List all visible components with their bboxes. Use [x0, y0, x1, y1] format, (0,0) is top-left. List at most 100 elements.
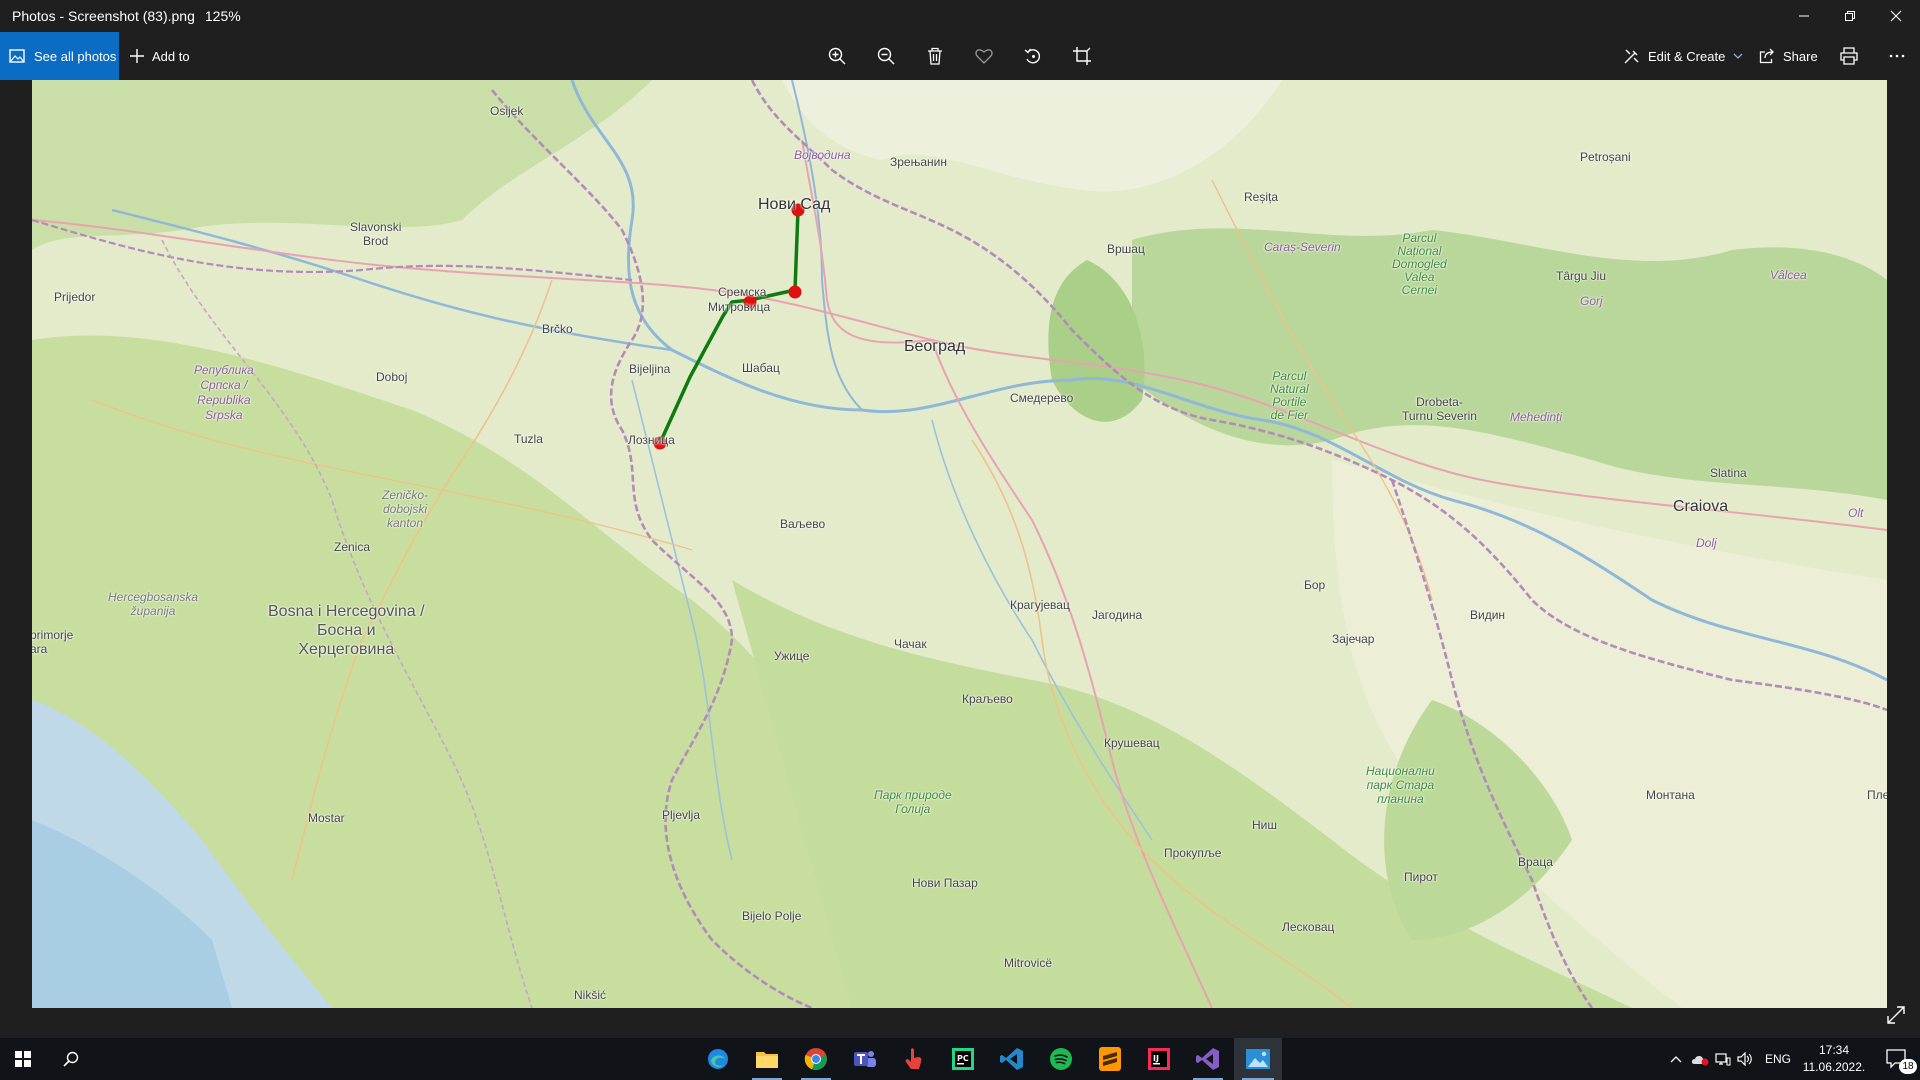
- notification-count-badge: 18: [1899, 1059, 1917, 1074]
- network-icon[interactable]: [1715, 1052, 1731, 1066]
- see-all-photos-button[interactable]: See all photos: [0, 32, 119, 80]
- teams-icon: [854, 1051, 876, 1067]
- map-label: Национални парк Стара планина: [1366, 764, 1435, 806]
- map-graphic: [32, 80, 1887, 1008]
- taskbar-spotify[interactable]: [1038, 1038, 1084, 1080]
- map-label: Zenica: [334, 540, 371, 554]
- minimize-icon: [1799, 15, 1809, 17]
- taskbar-photos[interactable]: [1234, 1038, 1282, 1080]
- map-label: Mehedinți: [1510, 410, 1563, 424]
- minimize-button[interactable]: [1781, 0, 1827, 32]
- edge-icon: [708, 1049, 728, 1069]
- delete-button[interactable]: [925, 46, 945, 66]
- map-label: Краљево: [962, 692, 1013, 706]
- map-label: Видин: [1470, 608, 1506, 622]
- map-label: Craiova: [1673, 498, 1729, 515]
- restore-icon: [1845, 11, 1855, 21]
- restore-button[interactable]: [1827, 0, 1873, 32]
- windows-icon: [15, 1051, 31, 1067]
- taskbar-visual-studio[interactable]: [1185, 1038, 1231, 1080]
- notification-center-button[interactable]: 18: [1874, 1038, 1920, 1080]
- fullscreen-icon[interactable]: [1886, 1005, 1906, 1025]
- heart-icon: [975, 49, 993, 64]
- vscode-icon: [1000, 1048, 1023, 1070]
- map-label: Лесковац: [1282, 920, 1335, 934]
- window-title-filename: Photos - Screenshot (83).png: [12, 8, 195, 24]
- map-label: Митровица: [708, 300, 771, 314]
- map-label: Прокупље: [1164, 846, 1222, 860]
- taskbar-file-explorer[interactable]: [744, 1038, 790, 1080]
- add-to-button[interactable]: Add to: [130, 32, 190, 80]
- map-label: Caraș-Severin: [1264, 240, 1341, 254]
- map-label: Крушевац: [1104, 736, 1160, 750]
- rotate-button[interactable]: [1023, 46, 1043, 66]
- favorite-button[interactable]: [974, 46, 994, 66]
- map-label: Враца: [1518, 855, 1553, 869]
- crop-button[interactable]: [1072, 46, 1092, 66]
- map-image[interactable]: Osijek Војводина Зрењанин Нови Сад Slavo…: [32, 80, 1887, 1008]
- taskbar-touch-app[interactable]: [891, 1038, 937, 1080]
- chevron-down-icon: [1733, 53, 1743, 59]
- svg-text:PC: PC: [957, 1054, 969, 1063]
- volume-icon[interactable]: [1737, 1052, 1753, 1066]
- map-label: Сремска: [718, 285, 767, 299]
- add-to-label: Add to: [152, 48, 190, 64]
- plus-icon: [130, 49, 144, 63]
- spotify-icon: [1050, 1048, 1072, 1070]
- map-label: Gorj: [1580, 294, 1603, 308]
- taskbar-edge[interactable]: [695, 1038, 741, 1080]
- map-label: Hercegbosanska županija: [108, 590, 199, 618]
- sublime-icon: [1099, 1047, 1121, 1071]
- edit-create-icon: [1624, 49, 1639, 64]
- taskbar-pycharm[interactable]: PC: [940, 1038, 986, 1080]
- pycharm-icon: PC: [952, 1048, 974, 1070]
- share-icon: [1759, 48, 1774, 64]
- svg-text:IJ: IJ: [1153, 1054, 1159, 1063]
- edit-create-label: Edit & Create: [1648, 48, 1726, 64]
- edit-create-button[interactable]: Edit & Create: [1624, 32, 1743, 80]
- close-button[interactable]: [1873, 0, 1919, 32]
- map-label: Република Српска / Republika Srpska: [194, 363, 254, 422]
- map-label: Pljevlja: [662, 808, 701, 822]
- more-options-button[interactable]: [1887, 46, 1907, 66]
- zoom-out-icon: [877, 47, 895, 65]
- taskbar-sublime[interactable]: [1087, 1038, 1133, 1080]
- clock-date: 11.06.2022.: [1802, 1060, 1866, 1074]
- taskbar-chrome[interactable]: [793, 1038, 839, 1080]
- map-label: Reșița: [1244, 190, 1279, 204]
- clock[interactable]: 17:34 11.06.2022.: [1798, 1042, 1870, 1076]
- map-label: Зрењанин: [890, 155, 947, 169]
- map-label: Лозница: [628, 433, 675, 447]
- search-button[interactable]: [48, 1038, 94, 1080]
- map-label: Зајечар: [1332, 632, 1375, 646]
- map-label: Slavonski Brod: [350, 220, 402, 248]
- map-label: Parcul Național Domogled Valea Cernei: [1392, 231, 1447, 297]
- taskbar-intellij[interactable]: IJ: [1136, 1038, 1182, 1080]
- taskbar-teams[interactable]: [842, 1038, 888, 1080]
- print-button[interactable]: [1839, 46, 1859, 66]
- close-icon: [1890, 10, 1902, 22]
- taskbar-vscode[interactable]: [989, 1038, 1035, 1080]
- crop-icon: [1073, 47, 1091, 65]
- map-label: Brčko: [542, 322, 573, 336]
- map-label: Dolj: [1696, 536, 1717, 550]
- toolbar: See all photos Add to Edit & Create Shar…: [0, 32, 1920, 80]
- window-title: Photos - Screenshot (83).png 125%: [12, 8, 241, 24]
- language-indicator[interactable]: ENG: [1765, 1052, 1791, 1066]
- map-label: Slatina: [1710, 466, 1747, 480]
- photo-viewer: Osijek Војводина Зрењанин Нови Сад Slavo…: [0, 80, 1920, 1038]
- chevron-up-icon[interactable]: [1670, 1055, 1682, 1063]
- map-label: Bosna i Hercegovina / Босна и Херцеговин…: [268, 603, 425, 658]
- map-label: Vâlcea: [1770, 268, 1807, 282]
- start-button[interactable]: [0, 1038, 46, 1080]
- map-label: Нови Сад: [758, 196, 831, 213]
- hand-pointer-icon: [905, 1048, 922, 1069]
- onedrive-error-icon[interactable]: [1691, 1052, 1709, 1066]
- zoom-out-button[interactable]: [876, 46, 896, 66]
- map-label: Смедерево: [1010, 391, 1074, 405]
- map-label: Војводина: [794, 148, 851, 162]
- zoom-level: 125%: [204, 8, 241, 24]
- share-button[interactable]: Share: [1759, 32, 1818, 80]
- map-label: Монтана: [1646, 788, 1695, 802]
- zoom-in-button[interactable]: [827, 46, 847, 66]
